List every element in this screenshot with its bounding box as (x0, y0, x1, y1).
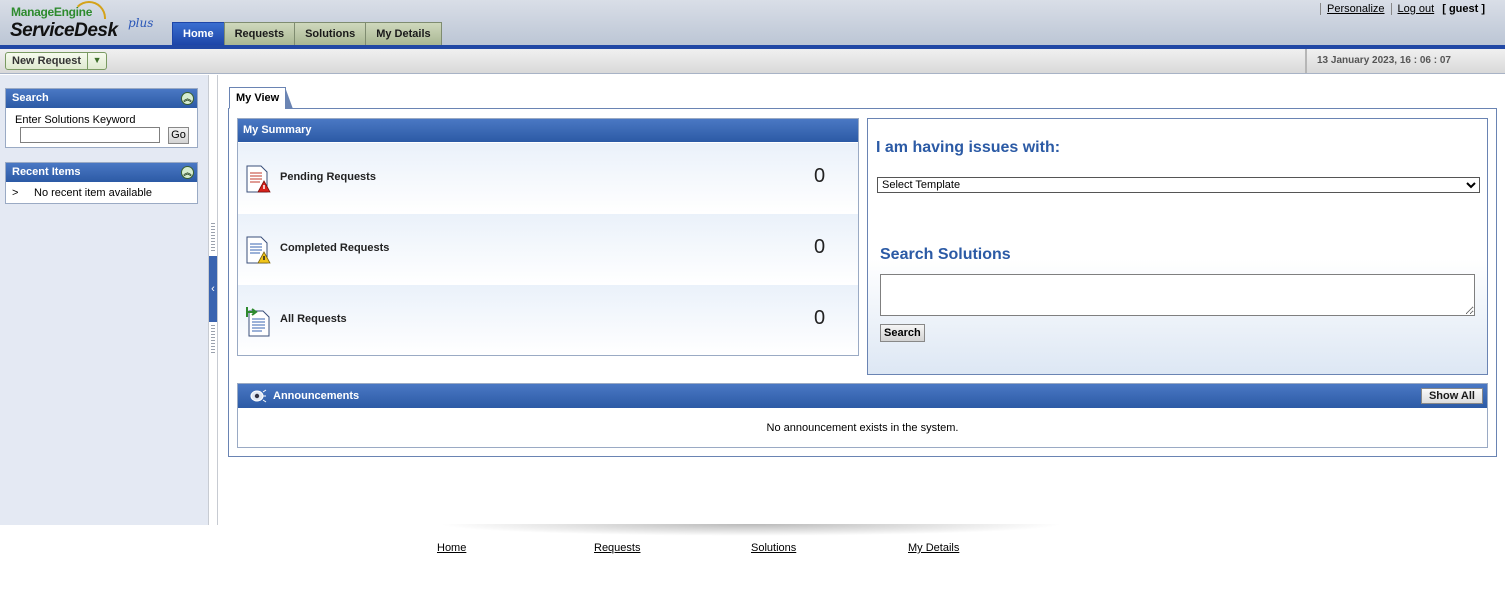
search-button[interactable]: Search (880, 324, 925, 342)
solutions-keyword-input[interactable] (20, 127, 160, 143)
summary-row-label: All Requests (280, 313, 347, 325)
collapse-up-icon[interactable]: ︽ (181, 92, 194, 105)
logo-product: ServiceDesk (10, 20, 118, 41)
current-user: [ guest ] (1442, 3, 1485, 15)
announcements-widget: Announcements Show All No announcement e… (237, 383, 1488, 448)
recent-items-empty-text: No recent item available (34, 187, 153, 199)
megaphone-icon (250, 389, 267, 403)
my-summary-widget: My Summary Pending Requests 0 Completed … (237, 118, 859, 356)
recent-item-marker: > (12, 187, 19, 199)
top-links: Personalize Log out [ guest ] (1320, 3, 1485, 15)
summary-row-count: 0 (814, 165, 826, 187)
footer-link-my-details[interactable]: My Details (908, 542, 959, 554)
tab-solutions[interactable]: Solutions (294, 22, 367, 45)
my-summary-title: My Summary (238, 119, 858, 142)
new-request-button-group: New Request ▼ (5, 52, 108, 70)
search-solutions-title: Search Solutions (880, 246, 1011, 263)
search-widget-header: Search ︽ (6, 89, 197, 108)
all-requests-icon (246, 307, 270, 337)
logout-link[interactable]: Log out (1390, 3, 1441, 15)
tab-home[interactable]: Home (172, 22, 225, 45)
solutions-keyword-label: Enter Solutions Keyword (15, 114, 136, 126)
chevron-down-icon[interactable]: ▼ (88, 53, 106, 69)
current-datetime: 13 January 2023, 16 : 06 : 07 (1305, 49, 1505, 73)
collapse-up-icon[interactable]: ︽ (181, 166, 194, 179)
main-nav-tabs: Home Requests Solutions My Details (172, 22, 442, 45)
search-solutions-textarea[interactable] (880, 274, 1475, 316)
issues-title: I am having issues with: (876, 139, 1061, 156)
tab-requests[interactable]: Requests (223, 22, 296, 45)
summary-row-count: 0 (814, 236, 826, 258)
left-sidebar: Search ︽ Enter Solutions Keyword Go Rece… (0, 75, 208, 525)
search-widget-title: Search (12, 92, 49, 104)
completed-requests-icon (246, 236, 271, 264)
splitter-grip-top (211, 223, 215, 253)
show-all-button[interactable]: Show All (1420, 388, 1483, 404)
footer-link-home[interactable]: Home (437, 542, 466, 554)
summary-row-count: 0 (814, 307, 826, 329)
manageengine-servicedesk-logo[interactable]: ManageEngine ServiceDesk plus (10, 1, 160, 43)
footer-link-requests[interactable]: Requests (594, 542, 640, 554)
search-widget: Search ︽ Enter Solutions Keyword Go (5, 88, 198, 148)
recent-items-title: Recent Items (12, 166, 81, 178)
pending-requests-icon (246, 165, 271, 193)
announcements-empty-text: No announcement exists in the system. (766, 422, 959, 434)
tab-my-view[interactable]: My View (229, 87, 294, 109)
collapse-left-icon[interactable]: ‹ (209, 256, 217, 322)
footer-link-solutions[interactable]: Solutions (751, 542, 796, 554)
announcements-title: Announcements (273, 390, 360, 402)
recent-items-empty-row: > No recent item available (12, 187, 152, 199)
summary-row-completed[interactable]: Completed Requests 0 (238, 213, 858, 284)
summary-row-label: Completed Requests (280, 242, 390, 254)
go-button[interactable]: Go (168, 127, 189, 144)
logo-plus: plus (128, 16, 154, 30)
announcements-header: Announcements Show All (238, 384, 1487, 408)
personalize-link[interactable]: Personalize (1320, 3, 1390, 15)
footer-divider (437, 524, 1065, 536)
recent-items-header: Recent Items ︽ (6, 163, 197, 182)
header: ManageEngine ServiceDesk plus Home Reque… (0, 0, 1505, 45)
new-request-button[interactable]: New Request (6, 53, 89, 69)
splitter-grip-bottom (211, 325, 215, 355)
logo-company: ManageEngine (11, 5, 93, 19)
issues-widget: I am having issues with: Select Template… (867, 118, 1488, 375)
template-select[interactable]: Select Template (877, 177, 1480, 193)
sidebar-splitter[interactable]: ‹ (208, 75, 218, 525)
toolbar: New Request ▼ 13 January 2023, 16 : 06 :… (0, 49, 1505, 74)
summary-row-label: Pending Requests (280, 171, 376, 183)
recent-items-widget: Recent Items ︽ > No recent item available (5, 162, 198, 204)
summary-row-all[interactable]: All Requests 0 (238, 284, 858, 355)
tab-my-details[interactable]: My Details (365, 22, 442, 45)
summary-row-pending[interactable]: Pending Requests 0 (238, 142, 858, 213)
